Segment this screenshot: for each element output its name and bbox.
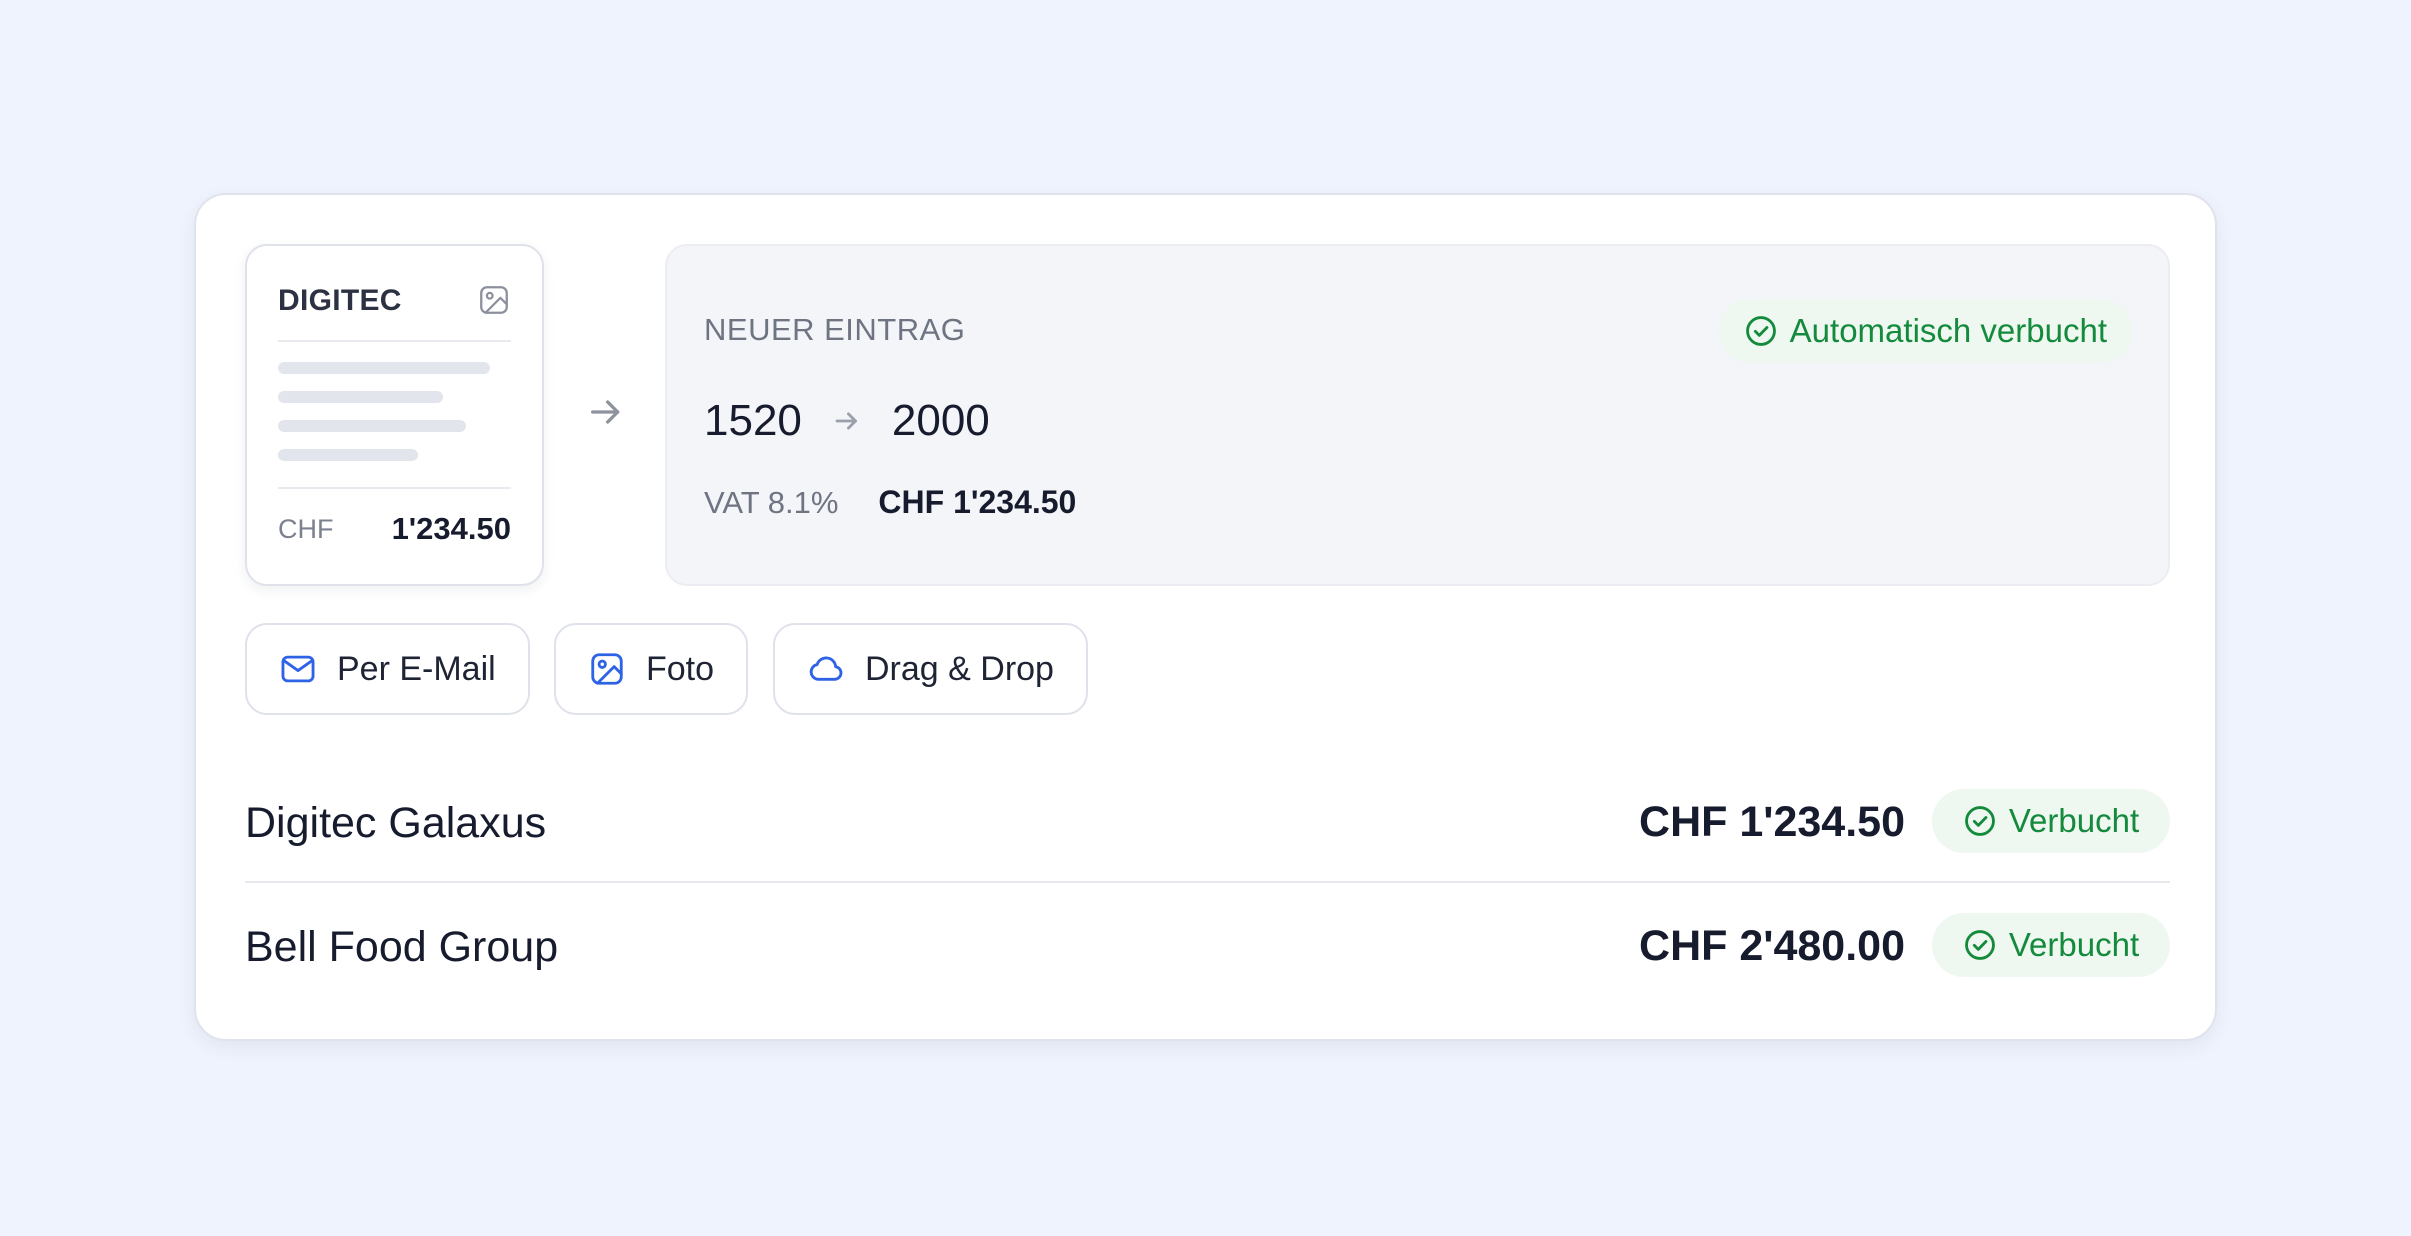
status-badge-label: Verbucht (2008, 802, 2140, 839)
receipt-line (278, 420, 466, 432)
check-circle-icon (1745, 316, 1776, 346)
email-upload-button[interactable]: Per E-Mail (245, 623, 530, 715)
email-upload-label: Per E-Mail (337, 649, 496, 688)
account-mapping: 1520 2000 (704, 396, 990, 446)
check-circle-icon (1964, 930, 1995, 960)
row-divider (245, 881, 2170, 883)
receipt-currency: CHF (278, 514, 334, 544)
photo-upload-label: Foto (646, 649, 715, 688)
debit-account: 1520 (704, 396, 802, 445)
drag-drop-upload-label: Drag & Drop (865, 649, 1054, 688)
bookkeeping-card: DIGITEC CHF 1'234.50 NEUER EINTRAG Autom… (194, 193, 2217, 1041)
status-badge: Verbucht (1932, 789, 2170, 853)
receipt-preview[interactable]: DIGITEC CHF 1'234.50 (245, 244, 544, 586)
vat-amount: CHF 1'234.50 (878, 484, 1077, 520)
receipt-line (278, 391, 443, 403)
vat-row: VAT 8.1% CHF 1'234.50 (704, 484, 1076, 521)
new-entry-panel: NEUER EINTRAG Automatisch verbucht 1520 … (665, 244, 2170, 586)
receipt-line (278, 449, 418, 461)
status-badge-label: Verbucht (2008, 926, 2140, 963)
vat-label: VAT 8.1% (704, 485, 839, 520)
credit-account: 2000 (891, 396, 990, 445)
transaction-amount: CHF 2'480.00 (1639, 922, 1905, 970)
drag-drop-upload-button[interactable]: Drag & Drop (773, 623, 1088, 715)
table-row[interactable]: Digitec Galaxus CHF 1'234.50 Verbucht (245, 761, 2170, 883)
receipt-divider (278, 340, 511, 342)
arrow-right-icon (835, 412, 857, 430)
table-row[interactable]: Bell Food Group CHF 2'480.00 Verbucht (245, 885, 2170, 1007)
status-badge-label: Automatisch verbucht (1789, 312, 2107, 349)
receipt-amount: 1'234.50 (391, 511, 511, 546)
receipt-divider (278, 487, 511, 489)
mail-icon (281, 655, 315, 683)
check-circle-icon (1964, 806, 1995, 836)
transaction-name: Bell Food Group (245, 923, 559, 971)
status-badge: Verbucht (1932, 913, 2170, 977)
image-icon (591, 653, 623, 685)
image-icon (480, 286, 508, 314)
transaction-name: Digitec Galaxus (245, 799, 547, 847)
status-badge: Automatisch verbucht (1717, 299, 2133, 363)
cloud-icon (809, 656, 843, 681)
entry-label: NEUER EINTRAG (704, 312, 966, 347)
photo-upload-button[interactable]: Foto (554, 623, 749, 715)
receipt-line (278, 362, 490, 374)
arrow-right-icon (591, 400, 620, 424)
transaction-amount: CHF 1'234.50 (1639, 798, 1905, 846)
receipt-vendor: DIGITEC (278, 284, 402, 317)
